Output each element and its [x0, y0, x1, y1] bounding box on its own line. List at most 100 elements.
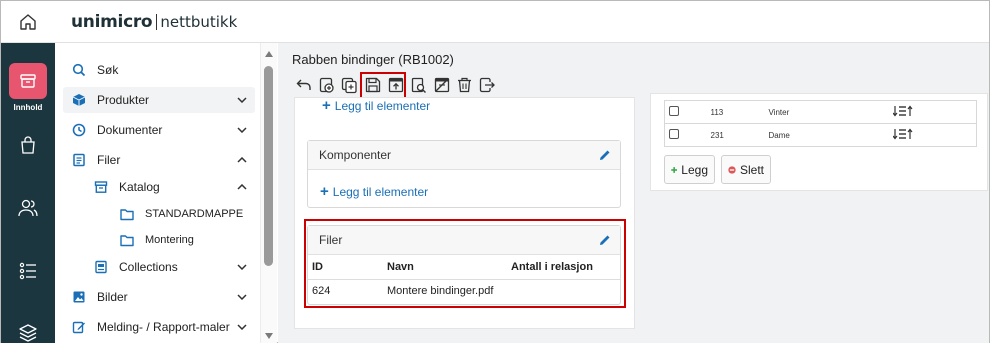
red-minus-circle-icon	[728, 165, 736, 174]
users-icon	[18, 199, 38, 217]
shopping-bag-icon	[21, 136, 35, 154]
new-document-button[interactable]	[315, 74, 338, 96]
side-nav-scrollbar[interactable]	[261, 43, 277, 343]
nav-item-label: Montering	[145, 234, 194, 246]
rail-item-list[interactable]	[1, 261, 55, 281]
delete-button[interactable]	[453, 74, 476, 96]
toolbar-highlight	[360, 72, 406, 99]
green-plus-icon	[671, 166, 678, 173]
nav-item-montering[interactable]: Montering	[111, 227, 255, 253]
nav-item-filer[interactable]: Filer	[63, 147, 255, 173]
scroll-thumb[interactable]	[264, 66, 273, 266]
nav-item-produkter[interactable]: Produkter	[63, 87, 255, 113]
row-checkbox-cell	[664, 100, 707, 124]
rail-item-shop[interactable]	[1, 135, 55, 155]
brand-subtitle: nettbutikk	[160, 12, 238, 31]
new-document-icon	[319, 77, 334, 93]
relation-name-cell: Dame	[764, 123, 889, 147]
page-title: Rabben bindinger (RB1002)	[292, 52, 454, 67]
chevron-up-icon[interactable]	[235, 153, 249, 167]
row-checkbox[interactable]	[669, 129, 679, 139]
archive-icon	[93, 179, 109, 195]
document-export-icon	[479, 77, 495, 93]
home-button[interactable]	[1, 1, 55, 43]
document-search-icon	[411, 77, 426, 93]
scroll-up-arrow-icon[interactable]	[265, 51, 273, 57]
home-icon	[20, 13, 36, 30]
sort-icon[interactable]	[892, 128, 913, 140]
collection-icon	[93, 259, 109, 275]
table-row[interactable]: 113 Vinter	[664, 100, 977, 124]
trash-icon	[458, 77, 471, 93]
brand-logo[interactable]: unimicro nettbutikk	[71, 12, 237, 32]
rail-item-innhold[interactable]	[9, 63, 47, 99]
top-bar: unimicro nettbutikk	[1, 1, 989, 43]
nav-item-katalog[interactable]: Katalog	[85, 174, 255, 200]
nav-item-search[interactable]: Søk	[63, 57, 255, 83]
components-panel-header: Komponenter	[308, 141, 620, 170]
edit-icon	[71, 319, 87, 335]
sort-icon[interactable]	[892, 105, 913, 117]
add-relation-button[interactable]: Legg	[664, 155, 715, 184]
add-elements-link[interactable]: + Legg til elementer	[322, 97, 430, 114]
chevron-down-icon[interactable]	[235, 93, 249, 107]
rail-label-innhold: Innhold	[13, 103, 43, 112]
list-icon	[19, 262, 36, 280]
delete-relation-button[interactable]: Slett	[721, 155, 771, 184]
row-checkbox-cell	[664, 123, 707, 147]
nav-item-standardmappe[interactable]: STANDARDMAPPE	[111, 201, 255, 227]
chevron-down-icon[interactable]	[235, 123, 249, 137]
relation-id-cell: 231	[706, 123, 765, 147]
brand-divider	[156, 13, 158, 30]
preview-button[interactable]	[407, 74, 430, 96]
rail-item-layers[interactable]	[1, 323, 55, 343]
components-panel-title: Komponenter	[319, 148, 392, 162]
nav-item-melding-rapport-maler[interactable]: Melding- / Rapport-maler	[63, 314, 255, 340]
nav-item-label: Bilder	[97, 290, 128, 304]
hide-button[interactable]	[430, 74, 453, 96]
image-off-icon	[434, 77, 449, 93]
nav-item-label: Katalog	[119, 180, 160, 194]
pencil-icon[interactable]	[599, 149, 611, 161]
undo-icon	[296, 79, 311, 90]
undo-button[interactable]	[292, 74, 315, 96]
sort-cell	[888, 123, 977, 147]
file-icon	[71, 152, 87, 168]
components-add-link[interactable]: + Legg til elementer	[320, 183, 428, 200]
search-icon	[71, 62, 87, 78]
archive-icon	[20, 74, 36, 88]
plus-icon: +	[320, 183, 329, 200]
chevron-down-icon[interactable]	[235, 260, 249, 274]
copy-icon	[341, 77, 357, 93]
components-panel: Komponenter + Legg til elementer	[307, 140, 621, 208]
relations-table: 113 Vinter 231 Dame	[664, 100, 977, 147]
nav-item-bilder[interactable]: Bilder	[63, 284, 255, 310]
chevron-down-icon[interactable]	[235, 320, 249, 334]
plus-icon: +	[322, 97, 331, 114]
add-relation-label: Legg	[681, 162, 708, 177]
components-add-label: Legg til elementer	[332, 184, 429, 199]
circle-arrow-icon	[71, 122, 87, 138]
export-button[interactable]	[476, 74, 499, 96]
folder-icon	[119, 232, 135, 248]
nav-item-dokumenter[interactable]: Dokumenter	[63, 117, 255, 143]
add-elements-label: Legg til elementer	[334, 98, 431, 113]
scroll-down-arrow-icon[interactable]	[265, 333, 273, 339]
nav-item-label: Collections	[119, 260, 178, 274]
image-icon	[71, 289, 87, 305]
cube-icon	[71, 92, 87, 108]
main-content: Rabben bindinger (RB1002) + Legg til ele…	[278, 43, 989, 343]
chevron-up-icon[interactable]	[235, 180, 249, 194]
table-row[interactable]: 231 Dame	[664, 123, 977, 147]
chevron-down-icon[interactable]	[235, 290, 249, 304]
copy-button[interactable]	[338, 74, 361, 96]
rail-item-users[interactable]	[1, 198, 55, 218]
side-navigation: Søk Produkter Dokumenter Filer Katalog S…	[55, 43, 261, 343]
nav-item-label: Produkter	[97, 93, 150, 107]
row-checkbox[interactable]	[669, 106, 679, 116]
nav-item-collections[interactable]: Collections	[85, 254, 255, 280]
delete-relation-label: Slett	[739, 162, 764, 177]
relations-card: 113 Vinter 231 Dame Legg Slett	[650, 93, 988, 191]
sort-cell	[888, 100, 977, 124]
nav-item-label: Søk	[97, 63, 119, 77]
